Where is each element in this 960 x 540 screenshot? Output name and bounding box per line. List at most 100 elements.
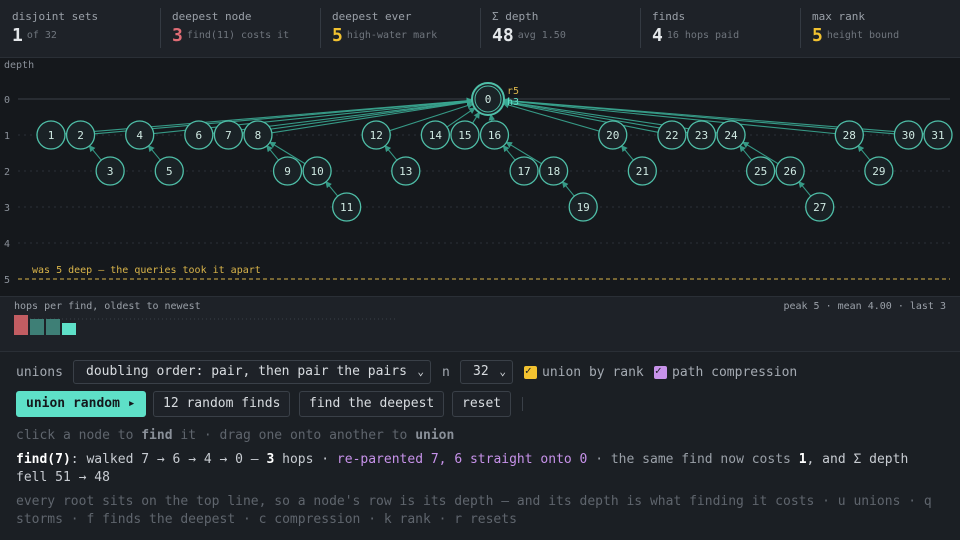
node-15[interactable]: 15 <box>450 120 480 150</box>
node-30[interactable]: 30 <box>893 120 924 150</box>
node-label: 7 <box>225 129 232 142</box>
random-finds-button[interactable]: 12 random finds <box>153 391 291 417</box>
node-7[interactable]: 7 <box>213 120 244 150</box>
node-10[interactable]: 10 <box>302 156 332 186</box>
node-11[interactable]: 11 <box>332 192 362 222</box>
stat-subtext: height bound <box>826 30 900 41</box>
node-28[interactable]: 28 <box>834 120 864 150</box>
node-20[interactable]: 20 <box>598 120 628 150</box>
unions-select-value: doubling order: pair, then pair the pair… <box>86 364 407 379</box>
stat-value: 4 <box>652 25 663 46</box>
node-label: 4 <box>136 129 143 142</box>
node-2[interactable]: 2 <box>65 120 96 150</box>
reset-button[interactable]: reset <box>452 391 512 417</box>
node-21[interactable]: 21 <box>627 156 657 186</box>
root-height-label: h3 <box>507 97 519 108</box>
node-label: 13 <box>399 165 412 178</box>
node-label: 11 <box>340 201 353 214</box>
stats-bar: disjoint sets 1 of 32 deepest node 3 find(11)… <box>0 0 960 58</box>
node-12[interactable]: 12 <box>361 120 391 150</box>
depth-label: 1 <box>4 131 10 142</box>
node-18[interactable]: 18 <box>538 156 569 186</box>
stat-label: finds <box>652 10 686 23</box>
node-23[interactable]: 23 <box>686 120 717 150</box>
node-31[interactable]: 31 <box>923 120 953 150</box>
node-label: 8 <box>255 129 262 142</box>
tree-svg[interactable]: depth012345was 5 deep — the queries took… <box>0 58 960 296</box>
node-label: 24 <box>724 129 738 142</box>
node-1[interactable]: 1 <box>36 120 66 150</box>
node-17[interactable]: 17 <box>509 156 539 186</box>
node-label: 21 <box>636 165 649 178</box>
hops-bar-1 <box>30 319 44 335</box>
node-22[interactable]: 22 <box>657 120 687 150</box>
node-label: 29 <box>872 165 885 178</box>
toolbar-divider <box>522 397 523 411</box>
node-24[interactable]: 24 <box>716 120 746 150</box>
node-label: 22 <box>665 129 678 142</box>
high-water-label: was 5 deep — the queries took it apart <box>32 265 261 276</box>
tree-canvas[interactable]: depth 0 1 2 3 4 5 was 5 deep — the queries took… <box>0 58 960 296</box>
stat-value: 5 <box>812 25 823 46</box>
edge-9-to-8 <box>266 144 280 161</box>
node-label: 28 <box>843 129 856 142</box>
node-label: 9 <box>284 165 291 178</box>
hops-bar-0 <box>14 315 28 335</box>
chevron-down-icon: ⌄ <box>417 365 424 378</box>
node-8[interactable]: 8 <box>243 120 273 150</box>
find-deepest-button[interactable]: find the deepest <box>299 391 445 417</box>
node-25[interactable]: 25 <box>745 156 776 186</box>
last-action-message: find(7): walked 7 → 6 → 4 → 0 — 3 hops ·… <box>16 452 909 485</box>
node-0[interactable]: 0 <box>471 82 505 116</box>
edge-25-to-24 <box>739 144 753 161</box>
union-by-rank-label[interactable]: union by rank <box>542 365 644 380</box>
stat-value: 1 <box>12 25 23 46</box>
stat-subtext: of 32 <box>26 30 57 41</box>
node-label: 19 <box>577 201 590 214</box>
edge-13-to-12 <box>384 144 398 161</box>
unions-select[interactable]: doubling order: pair, then pair the pair… <box>73 360 431 384</box>
stat-label: deepest node <box>172 10 252 23</box>
stat-label: max rank <box>812 10 865 23</box>
node-27[interactable]: 27 <box>805 192 835 222</box>
edge-3-to-2 <box>88 144 102 161</box>
depth-label: 3 <box>4 203 10 214</box>
node-13[interactable]: 13 <box>391 156 421 186</box>
node-4[interactable]: 4 <box>125 120 155 150</box>
node-26[interactable]: 26 <box>775 156 805 186</box>
node-label: 18 <box>547 165 560 178</box>
hops-bar-3 <box>62 323 76 335</box>
node-14[interactable]: 14 <box>420 120 451 150</box>
edge-29-to-28 <box>857 144 871 161</box>
n-select[interactable]: 32 ⌄ <box>460 360 513 384</box>
stat-5: max rank 5 height bound <box>800 0 960 58</box>
path-compression-label[interactable]: path compression <box>672 365 797 380</box>
node-3[interactable]: 3 <box>95 156 125 186</box>
union-random-button[interactable]: union random ▸ <box>16 391 146 417</box>
hops-title: hops per find, oldest to newest <box>14 301 201 312</box>
unions-label: unions <box>16 365 63 380</box>
node-9[interactable]: 9 <box>272 156 303 186</box>
stat-value: 48 <box>492 25 514 46</box>
node-label: 14 <box>429 129 443 142</box>
new-cost: 1 <box>798 452 807 467</box>
node-label: 27 <box>813 201 826 214</box>
node-label: 2 <box>77 129 84 142</box>
node-label: 12 <box>370 129 383 142</box>
node-label: 1 <box>48 129 55 142</box>
stat-label: deepest ever <box>332 10 412 23</box>
node-label: 3 <box>107 165 114 178</box>
stat-4: finds 4 16 hops paid <box>640 0 800 58</box>
node-label: 0 <box>485 93 492 106</box>
node-label: 26 <box>784 165 797 178</box>
node-label: 6 <box>196 129 203 142</box>
node-5[interactable]: 5 <box>154 156 184 186</box>
edge-11-to-10 <box>325 180 339 197</box>
node-6[interactable]: 6 <box>184 120 214 150</box>
node-label: 20 <box>606 129 619 142</box>
node-29[interactable]: 29 <box>864 156 894 186</box>
node-19[interactable]: 19 <box>568 192 598 222</box>
node-16[interactable]: 16 <box>479 120 510 150</box>
union-by-rank-checkbox[interactable] <box>524 364 537 379</box>
path-compression-checkbox[interactable] <box>654 364 667 379</box>
